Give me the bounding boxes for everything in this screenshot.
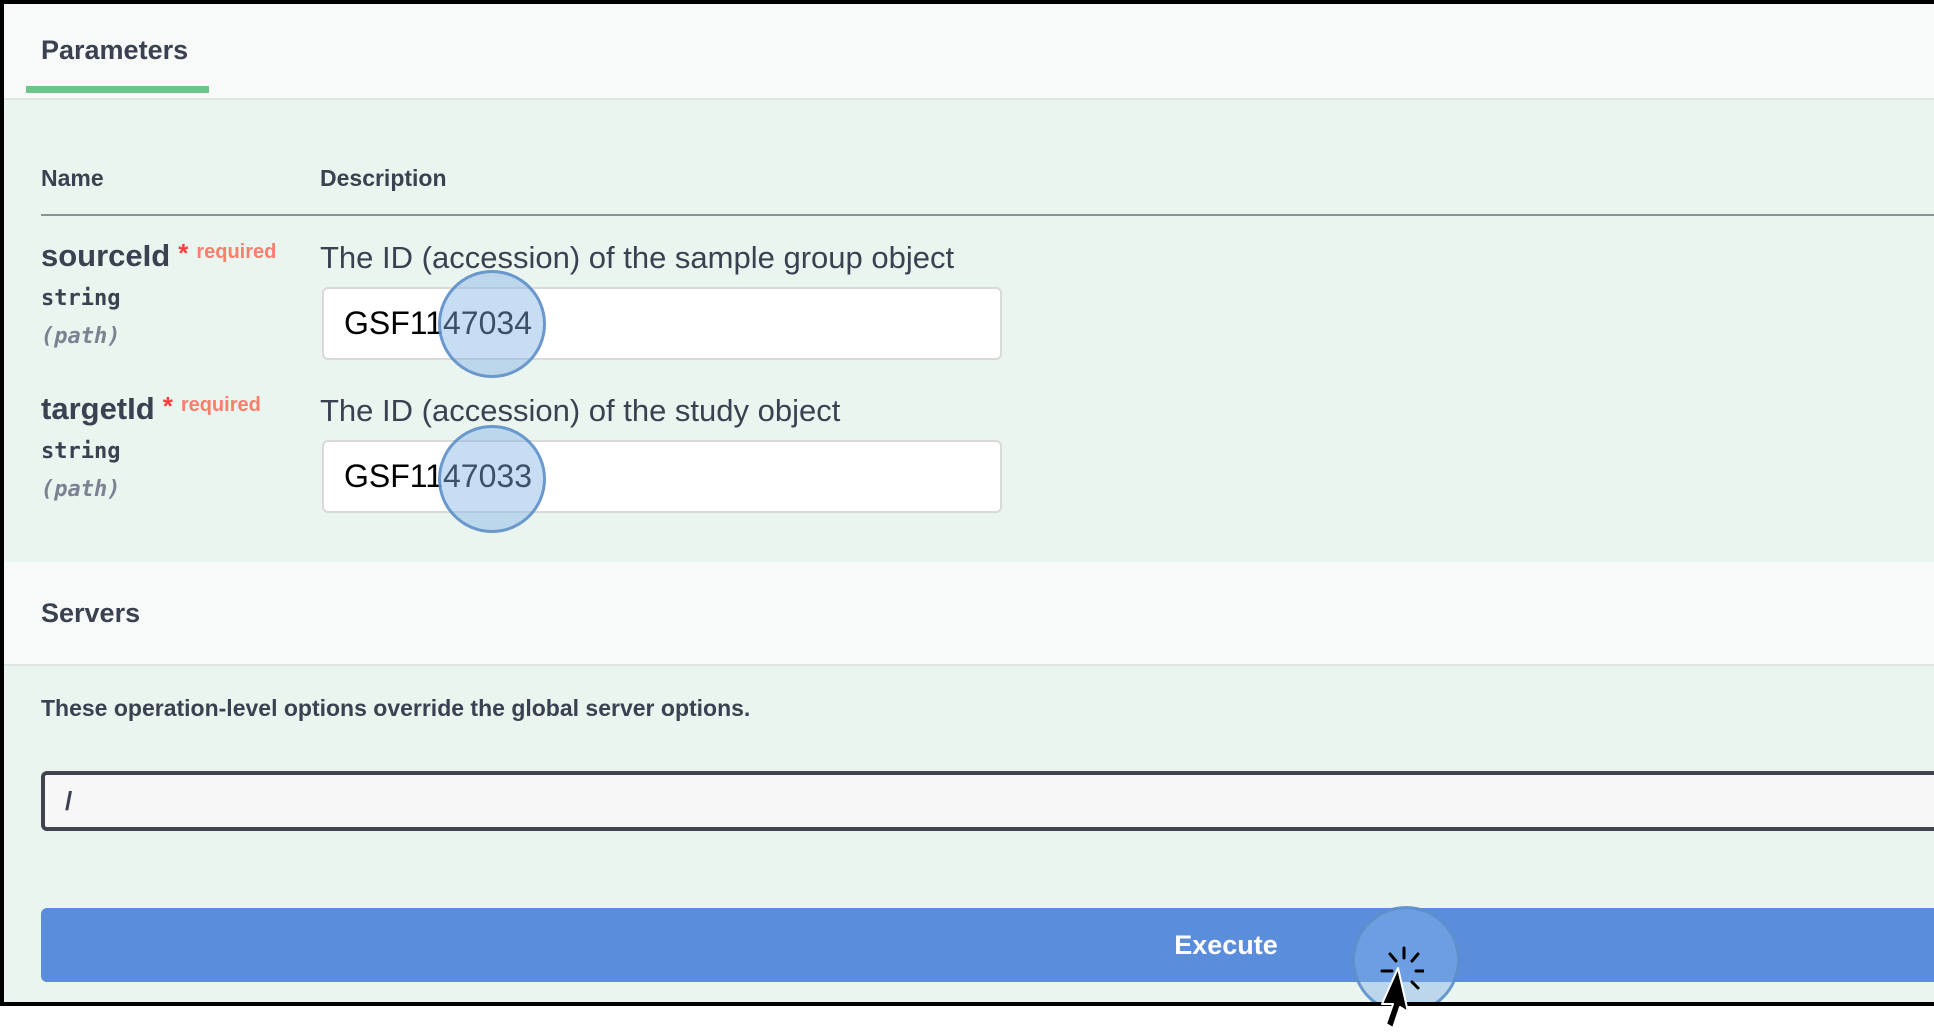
click-highlight-ring <box>438 270 546 378</box>
parameter-type: string <box>41 286 121 311</box>
servers-title: Servers <box>41 598 141 628</box>
parameter-location: (path) <box>41 477 121 502</box>
server-select[interactable]: / <box>41 771 1934 831</box>
name-column-header: Name <box>41 165 104 191</box>
header-divider <box>41 214 1934 216</box>
tab-parameters[interactable]: Parameters <box>41 35 188 66</box>
operation-panel: Parameters Name Description sourceId * req… <box>0 0 1934 1006</box>
parameter-name-text: sourceId <box>41 238 171 273</box>
execute-button[interactable]: Execute <box>41 908 1934 982</box>
required-star: * <box>162 391 173 421</box>
sourceid-input[interactable] <box>322 287 1002 360</box>
parameter-description: The ID (accession) of the sample group o… <box>320 240 955 275</box>
parameter-name-text: targetId <box>41 391 155 426</box>
parameter-name: sourceId * required <box>41 238 276 274</box>
parameters-tab-bar: Parameters <box>4 4 1934 100</box>
targetid-input[interactable] <box>322 440 1002 513</box>
parameter-description: The ID (accession) of the study object <box>320 393 841 428</box>
parameter-location: (path) <box>41 324 121 349</box>
description-column-header: Description <box>320 165 447 191</box>
servers-section-header: Servers <box>4 562 1934 666</box>
required-star: * <box>178 238 189 268</box>
parameter-type: string <box>41 439 121 464</box>
mouse-pointer-icon <box>1380 946 1424 1029</box>
servers-note: These operation-level options override t… <box>41 695 751 721</box>
required-label: required <box>196 241 277 263</box>
parameter-name: targetId * required <box>41 391 261 427</box>
required-label: required <box>180 394 261 416</box>
click-highlight-ring <box>438 425 546 533</box>
tab-active-indicator <box>26 86 209 93</box>
